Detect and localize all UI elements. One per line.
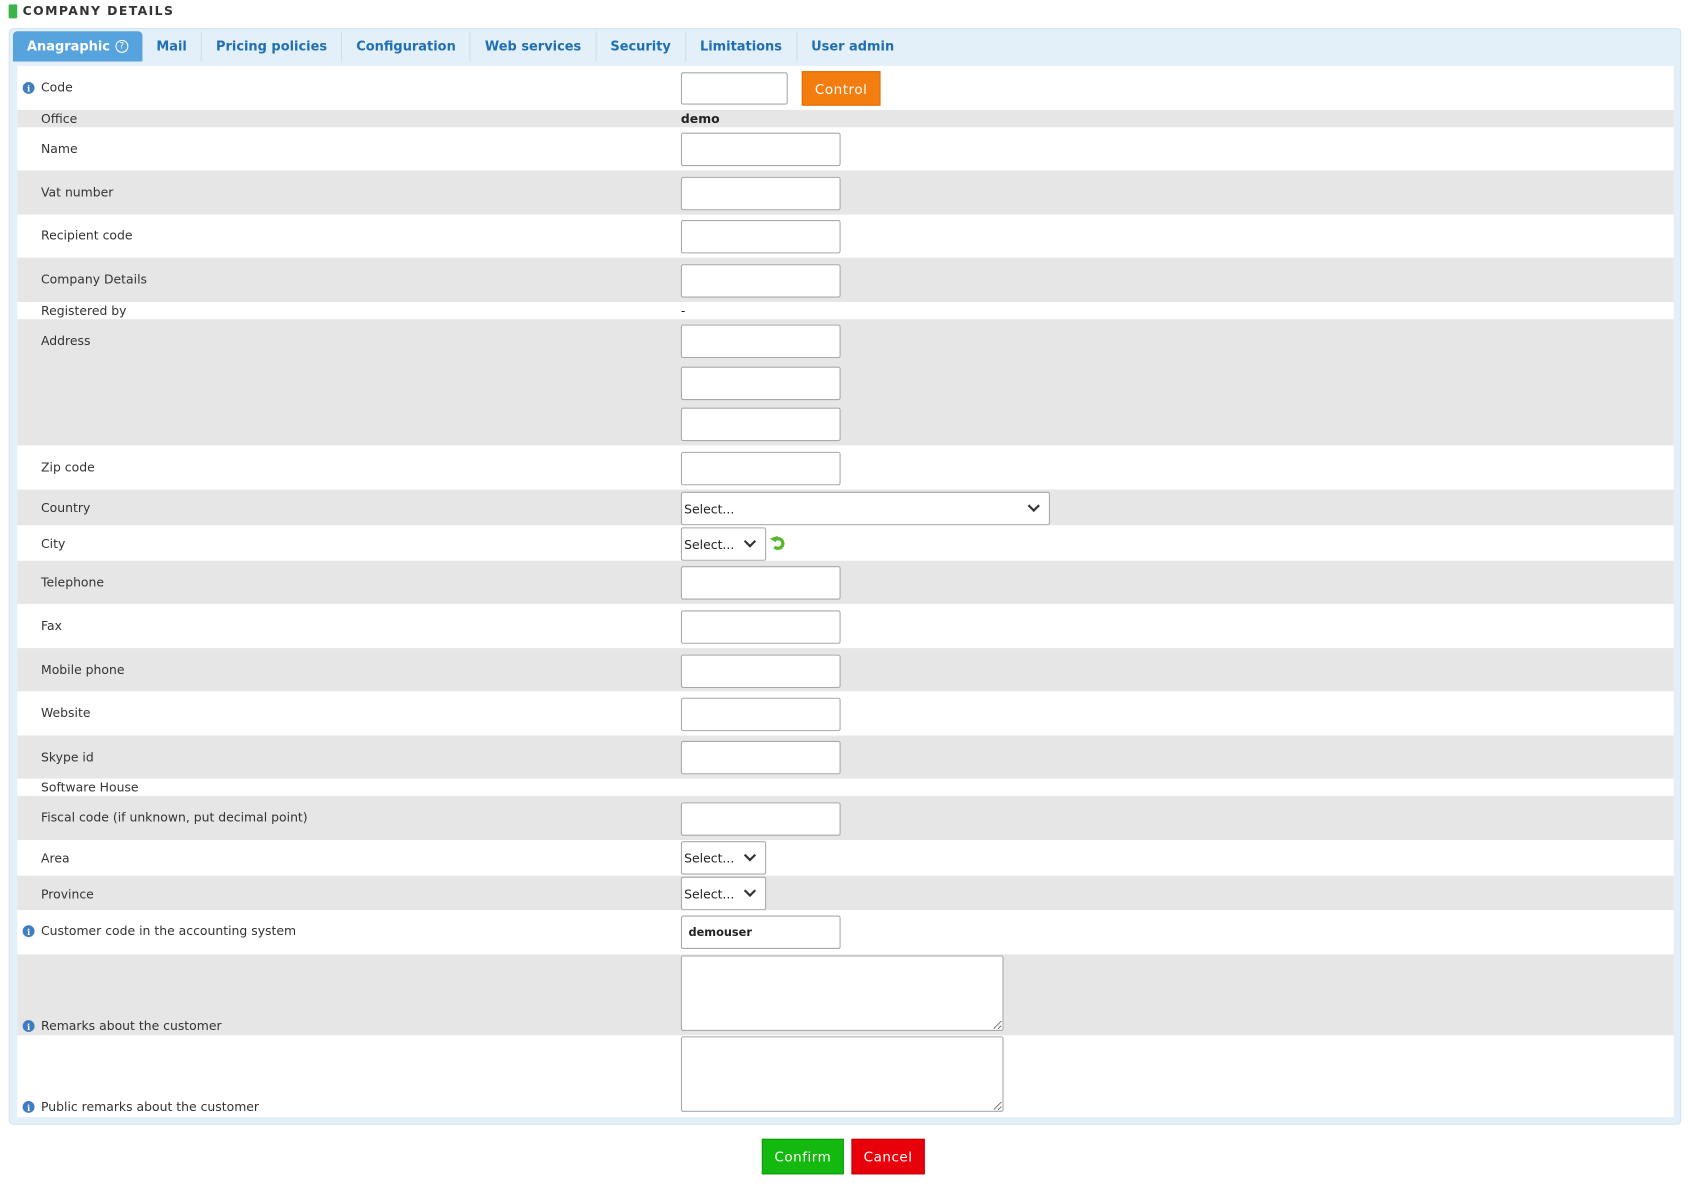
- address-line-3-input[interactable]: [680, 407, 841, 442]
- tab-mail[interactable]: Mail: [142, 31, 202, 62]
- title-marker: [8, 3, 18, 18]
- software-house-label: Software House: [41, 779, 139, 795]
- company-details-input[interactable]: [680, 264, 841, 298]
- code-input[interactable]: [680, 72, 788, 105]
- skype-id-label: Skype id: [41, 749, 94, 765]
- row-city: City: [17, 525, 1673, 561]
- page-header: COMPANY DETAILS: [8, 3, 175, 19]
- province-selected-value: Select...: [684, 885, 735, 902]
- name-input[interactable]: [680, 132, 841, 167]
- vat-number-input[interactable]: [680, 176, 841, 211]
- province-label: Province: [41, 886, 94, 902]
- country-select[interactable]: Select...: [680, 491, 1050, 526]
- chevron-down-icon: [743, 884, 757, 897]
- telephone-input[interactable]: [680, 566, 841, 600]
- tab-limitations[interactable]: Limitations: [686, 31, 798, 62]
- country-selected-value: Select...: [684, 500, 735, 517]
- info-icon[interactable]: i: [22, 1101, 35, 1113]
- fiscal-code-label: Fiscal code (if unknown, put decimal poi…: [41, 809, 308, 825]
- customer-code-input[interactable]: [680, 915, 841, 949]
- tab-security[interactable]: Security: [596, 31, 686, 62]
- registered-by-label: Registered by: [41, 303, 127, 319]
- code-label: Code: [41, 79, 73, 95]
- page-title: COMPANY DETAILS: [22, 3, 175, 19]
- row-company-details: Company Details: [17, 257, 1674, 302]
- row-software-house: Software House: [17, 779, 1673, 796]
- chevron-down-icon: [1027, 499, 1040, 512]
- website-input[interactable]: [680, 697, 841, 732]
- telephone-label: Telephone: [41, 574, 105, 590]
- company-details-page: COMPANY DETAILS Anagraphic ? Mail Pricin…: [0, 0, 1692, 1197]
- row-vat-number: Vat number: [17, 170, 1674, 215]
- fax-label: Fax: [41, 617, 62, 634]
- row-fax: Fax: [17, 604, 1673, 648]
- tab-anagraphic[interactable]: Anagraphic ?: [12, 31, 143, 62]
- row-province: Province: [17, 875, 1674, 911]
- zip-code-label: Zip code: [41, 459, 95, 475]
- refresh-icon[interactable]: [771, 537, 785, 550]
- recipient-code-label: Recipient code: [41, 227, 133, 243]
- info-icon[interactable]: i: [22, 925, 35, 938]
- province-select[interactable]: Select...: [680, 876, 767, 911]
- row-name: Name: [17, 127, 1673, 170]
- tab-web-services[interactable]: Web services: [471, 31, 597, 62]
- zip-code-input[interactable]: [680, 451, 841, 486]
- address-label: Address: [41, 333, 91, 349]
- city-label: City: [41, 535, 66, 552]
- row-mobile-phone: Mobile phone: [17, 648, 1674, 692]
- mobile-phone-label: Mobile phone: [41, 662, 125, 678]
- vat-number-label: Vat number: [41, 184, 114, 200]
- row-skype-id: Skype id: [17, 735, 1674, 779]
- city-select[interactable]: Select...: [680, 527, 767, 561]
- row-area: Area: [17, 840, 1673, 876]
- row-address: Address: [17, 319, 1674, 446]
- website-label: Website: [41, 705, 91, 721]
- recipient-code-input[interactable]: [680, 219, 841, 254]
- registered-by-value: -: [680, 303, 686, 319]
- fax-input[interactable]: [680, 610, 841, 644]
- skype-id-input[interactable]: [680, 740, 841, 775]
- area-select[interactable]: Select...: [680, 841, 767, 875]
- row-registered-by: Registered by: [17, 302, 1673, 319]
- tab-user-admin[interactable]: User admin: [797, 31, 908, 61]
- row-customer-code: i Customer code in the accounting system: [17, 910, 1673, 954]
- chevron-down-icon: [743, 534, 757, 548]
- help-icon[interactable]: ?: [115, 39, 129, 53]
- public-remarks-label: Public remarks about the customer: [41, 1098, 260, 1114]
- row-website: Website: [17, 691, 1673, 735]
- tab-configuration[interactable]: Configuration: [342, 31, 471, 62]
- customer-code-label: Customer code in the accounting system: [41, 923, 297, 939]
- tab-pricing-policies[interactable]: Pricing policies: [202, 31, 343, 62]
- fiscal-code-input[interactable]: [680, 802, 841, 836]
- country-label: Country: [41, 500, 91, 516]
- cancel-button[interactable]: Cancel: [851, 1138, 925, 1175]
- row-telephone: Telephone: [17, 560, 1674, 604]
- office-label: Office: [41, 111, 78, 127]
- row-zip-code: Zip code: [17, 445, 1673, 489]
- area-label: Area: [41, 850, 70, 866]
- row-fiscal-code: Fiscal code (if unknown, put decimal poi…: [17, 795, 1674, 841]
- area-selected-value: Select...: [684, 850, 735, 866]
- company-details-label: Company Details: [41, 271, 148, 287]
- chevron-down-icon: [743, 848, 757, 861]
- address-line-1-input[interactable]: [680, 324, 841, 359]
- tab-bar: Anagraphic ? Mail Pricing policies Confi…: [12, 31, 908, 62]
- control-button[interactable]: Control: [801, 71, 881, 106]
- info-icon[interactable]: i: [22, 81, 35, 94]
- name-label: Name: [41, 141, 78, 157]
- info-icon[interactable]: i: [22, 1020, 35, 1033]
- row-recipient-code: Recipient code: [17, 215, 1673, 258]
- address-line-2-input[interactable]: [680, 366, 841, 401]
- mobile-phone-input[interactable]: [680, 654, 841, 689]
- row-office: Office: [17, 109, 1674, 128]
- remarks-label: Remarks about the customer: [41, 1018, 222, 1034]
- confirm-button[interactable]: Confirm: [761, 1138, 844, 1175]
- office-value: demo: [680, 111, 720, 127]
- public-remarks-textarea[interactable]: [680, 1036, 1004, 1112]
- remarks-textarea[interactable]: [680, 955, 1004, 1031]
- tab-label: Anagraphic: [26, 38, 110, 54]
- city-selected-value: Select...: [684, 536, 735, 552]
